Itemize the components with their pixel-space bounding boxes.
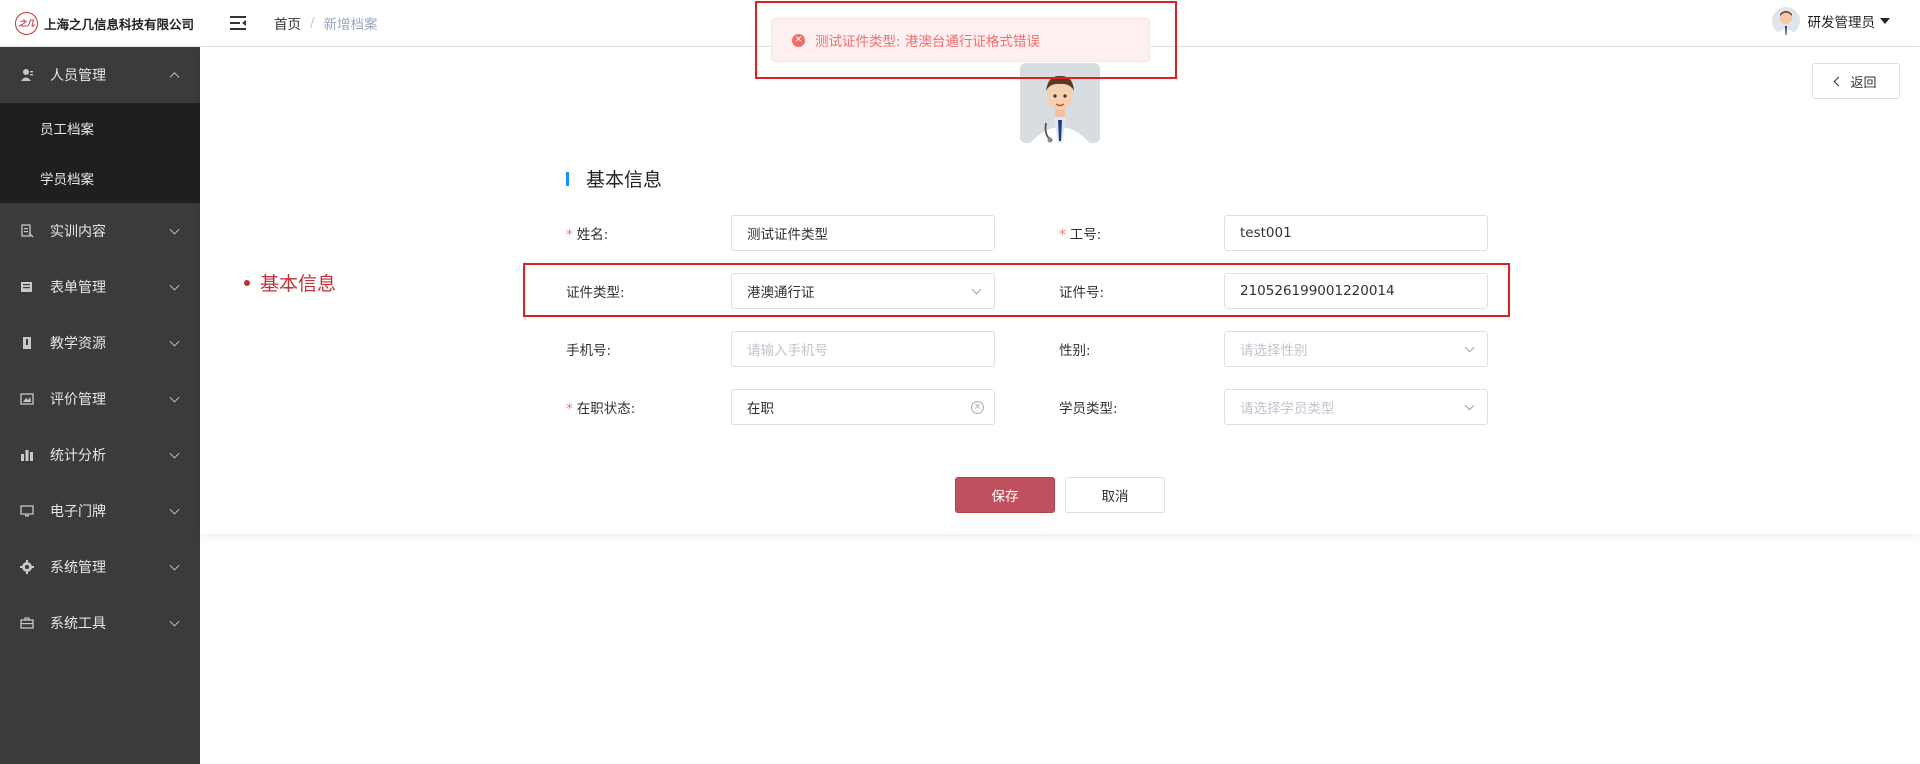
name-input-value: 测试证件类型 — [747, 227, 828, 243]
anchor-dot — [244, 279, 250, 286]
phone-label: 手机号: — [566, 343, 612, 359]
sidebar-item-label: 系统管理 — [50, 560, 106, 576]
chevron-up-icon — [169, 72, 180, 83]
bar-chart-icon — [20, 448, 34, 462]
employee-no-input[interactable]: test001 — [1224, 215, 1488, 251]
sidebar-item-label: 实训内容 — [50, 224, 106, 240]
gender-select-placeholder: 请选择性别 — [1240, 343, 1308, 359]
sidebar: 人员管理 员工档案 学员档案 实训内容 表单管理 教学资源 评价管理 统计分析 … — [0, 47, 200, 764]
toolbox-icon — [20, 616, 34, 630]
submenu-personnel: 员工档案 学员档案 — [0, 103, 200, 203]
required-mark: * — [566, 401, 573, 417]
gender-select[interactable]: 请选择性别 — [1224, 331, 1488, 367]
student-type-label: 学员类型: — [1059, 401, 1118, 417]
chevron-down-icon — [1464, 400, 1475, 411]
user-name: 研发管理员 — [1807, 15, 1876, 31]
anchor-basic-info[interactable]: 基本信息 — [244, 269, 336, 296]
job-status-label: * 在职状态: — [566, 397, 635, 417]
sidebar-item-teaching-resources[interactable]: 教学资源 — [0, 315, 200, 371]
gender-label: 性别: — [1059, 343, 1091, 359]
user-menu[interactable]: 研发管理员 — [1771, 7, 1890, 35]
breadcrumb-current: 新增档案 — [323, 17, 378, 33]
sidebar-item-training[interactable]: 实训内容 — [0, 203, 200, 259]
sidebar-item-system-management[interactable]: 系统管理 — [0, 539, 200, 595]
employee-no-input-value: test001 — [1240, 225, 1292, 241]
sidebar-item-label: 系统工具 — [50, 616, 106, 632]
sidebar-item-personnel[interactable]: 人员管理 — [0, 47, 200, 103]
phone-input[interactable]: 请输入手机号 — [731, 331, 995, 367]
gear-icon — [20, 560, 34, 574]
chevron-down-icon — [1464, 342, 1475, 353]
sidebar-item-e-doorplate[interactable]: 电子门牌 — [0, 483, 200, 539]
section-title-text: 基本信息 — [586, 169, 663, 191]
chevron-down-icon — [169, 504, 180, 515]
sidebar-item-label: 员工档案 — [40, 122, 94, 138]
required-mark: * — [1059, 227, 1066, 243]
sidebar-item-system-tools[interactable]: 系统工具 — [0, 595, 200, 651]
required-mark: * — [566, 227, 573, 243]
highlight-box-id-row — [523, 263, 1510, 317]
image-icon — [20, 392, 34, 406]
name-label-text: 姓名: — [576, 227, 609, 243]
chevron-down-icon — [169, 336, 180, 347]
sidebar-item-label: 电子门牌 — [50, 504, 106, 520]
document-icon — [20, 224, 34, 238]
error-toast: ✕ 测试证件类型: 港澳台通行证格式错误 — [771, 18, 1150, 62]
logo-mark-icon: 之几 — [15, 11, 38, 35]
sidebar-item-label: 人员管理 — [50, 68, 106, 84]
phone-input-placeholder: 请输入手机号 — [747, 343, 828, 359]
monitor-icon — [20, 504, 34, 518]
main-content: 返回 基本信息 基本信息 * 姓名: 测试证件类型 * 工号: test001 … — [200, 47, 1920, 534]
sidebar-item-label: 教学资源 — [50, 336, 106, 352]
sidebar-item-student-archive[interactable]: 学员档案 — [0, 153, 200, 203]
breadcrumb: 首页 / 新增档案 — [274, 13, 378, 33]
breadcrumb-separator: / — [310, 15, 315, 31]
cancel-button[interactable]: 取消 — [1065, 477, 1165, 513]
sidebar-item-label: 统计分析 — [50, 448, 106, 464]
section-title-bar — [566, 171, 569, 186]
error-circle-icon: ✕ — [792, 33, 805, 47]
sidebar-item-employee-archive[interactable]: 员工档案 — [0, 103, 200, 153]
clear-icon[interactable]: × — [971, 401, 984, 414]
section-title: 基本信息 — [566, 165, 662, 192]
chevron-down-icon — [169, 280, 180, 291]
sidebar-item-label: 表单管理 — [50, 280, 106, 296]
chevron-down-icon — [169, 448, 180, 459]
chevron-left-icon — [1834, 76, 1844, 86]
employee-no-label-text: 工号: — [1069, 227, 1102, 243]
name-input[interactable]: 测试证件类型 — [731, 215, 995, 251]
user-avatar — [1771, 7, 1800, 35]
sidebar-item-label: 学员档案 — [40, 172, 94, 188]
job-status-select[interactable]: 在职 × — [731, 389, 995, 425]
student-type-select[interactable]: 请选择学员类型 — [1224, 389, 1488, 425]
employee-no-label: * 工号: — [1059, 223, 1101, 243]
name-label: * 姓名: — [566, 223, 608, 243]
save-button[interactable]: 保存 — [955, 477, 1055, 513]
back-button[interactable]: 返回 — [1812, 63, 1900, 99]
book-icon — [20, 336, 34, 350]
chevron-down-icon — [169, 616, 180, 627]
company-logo[interactable]: 之几 上海之几信息科技有限公司 — [15, 11, 200, 35]
job-status-label-text: 在职状态: — [576, 401, 636, 417]
caret-down-icon — [1880, 18, 1890, 24]
student-type-select-placeholder: 请选择学员类型 — [1240, 401, 1335, 417]
chevron-down-icon — [169, 560, 180, 571]
sidebar-item-forms[interactable]: 表单管理 — [0, 259, 200, 315]
chevron-down-icon — [169, 392, 180, 403]
chevron-down-icon — [169, 224, 180, 235]
user-icon — [20, 68, 34, 82]
anchor-label: 基本信息 — [260, 273, 337, 295]
form-icon — [20, 280, 34, 294]
error-toast-message: 测试证件类型: 港澳台通行证格式错误 — [815, 34, 1040, 50]
sidebar-toggle-icon[interactable] — [230, 16, 246, 30]
company-name: 上海之几信息科技有限公司 — [44, 16, 195, 32]
back-button-label: 返回 — [1850, 75, 1877, 91]
sidebar-item-statistics[interactable]: 统计分析 — [0, 427, 200, 483]
sidebar-item-evaluation[interactable]: 评价管理 — [0, 371, 200, 427]
breadcrumb-home[interactable]: 首页 — [274, 13, 301, 33]
sidebar-item-label: 评价管理 — [50, 392, 106, 408]
job-status-select-value: 在职 — [747, 401, 774, 417]
